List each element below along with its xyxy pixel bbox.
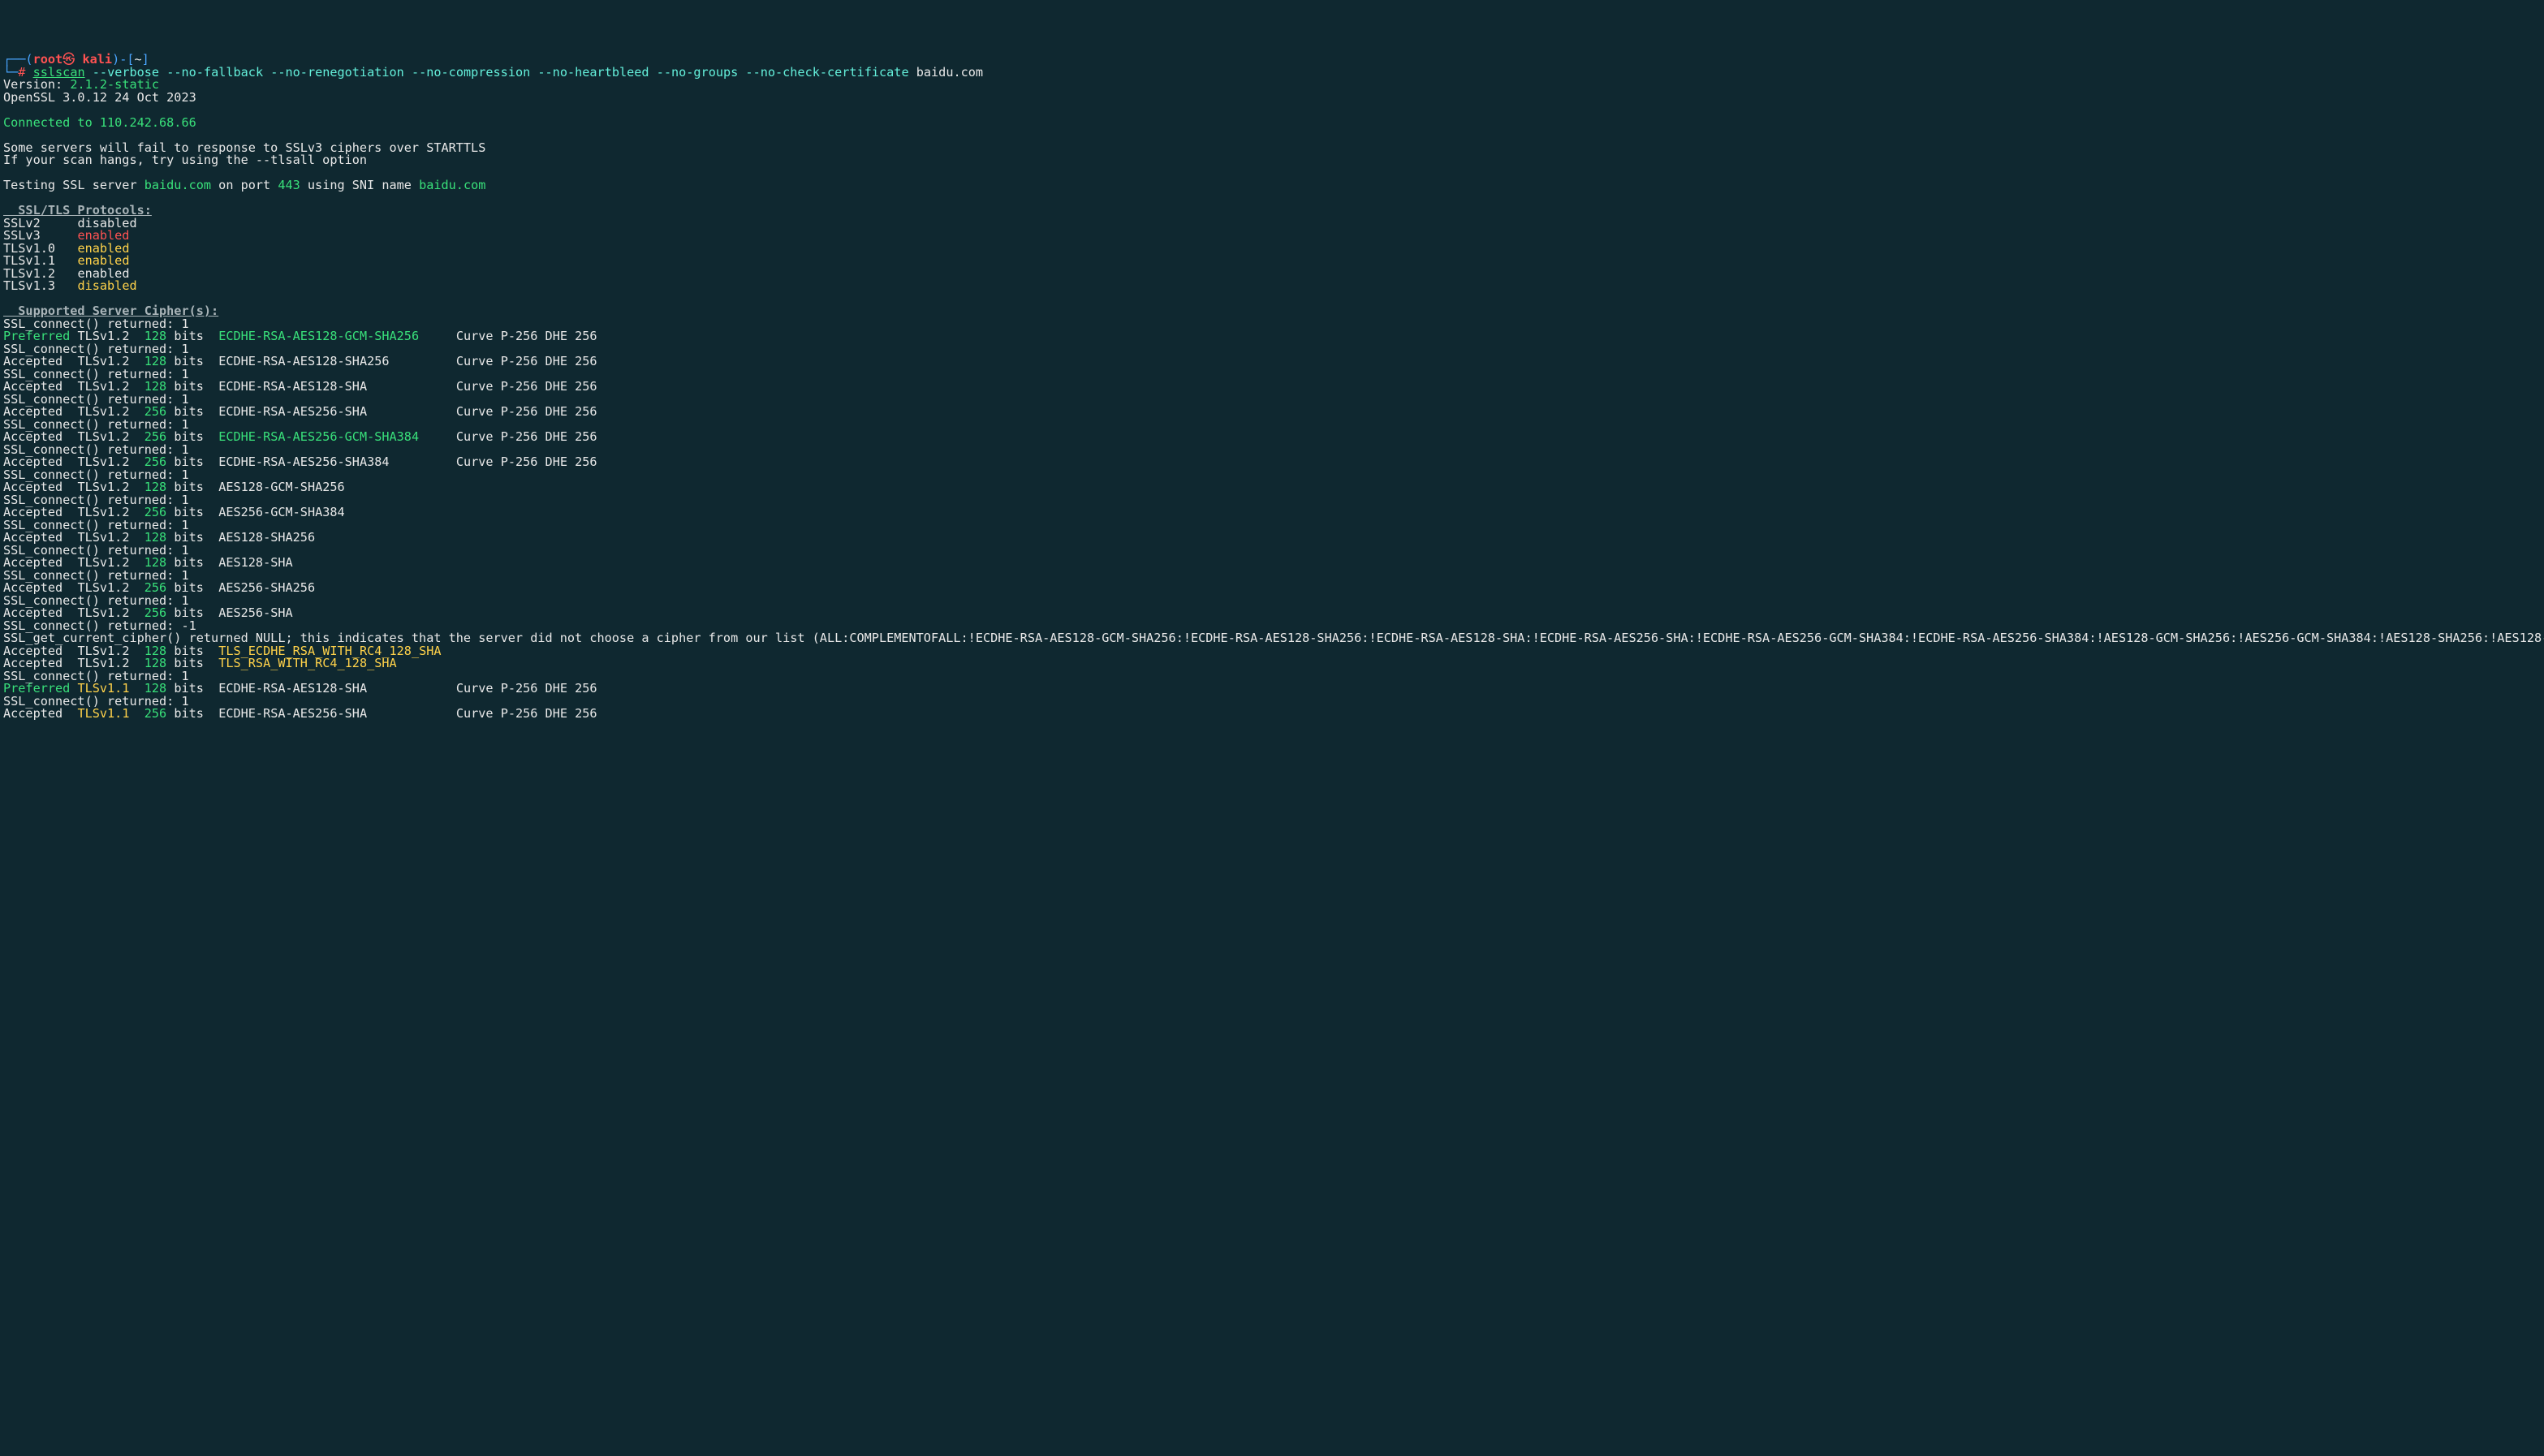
cipher-row: Accepted TLSv1.2 256 bits AES256-SHA256 xyxy=(3,582,2541,595)
command-flags: --verbose --no-fallback --no-renegotiati… xyxy=(93,65,909,80)
note-starttls: Some servers will fail to response to SS… xyxy=(3,142,2541,155)
cipher-row: Accepted TLSv1.2 256 bits ECDHE-RSA-AES2… xyxy=(3,456,2541,469)
protocol-row: TLSv1.3 disabled xyxy=(3,280,2541,293)
protocol-row: SSLv3 enabled xyxy=(3,230,2541,243)
cipher-row: Accepted TLSv1.2 128 bits ECDHE-RSA-AES1… xyxy=(3,355,2541,368)
command-target: baidu.com xyxy=(916,65,983,80)
blank xyxy=(3,293,2541,306)
protocol-row: TLSv1.1 enabled xyxy=(3,255,2541,268)
blank xyxy=(3,104,2541,117)
ciphers-title: Supported Server Cipher(s): xyxy=(3,305,2541,318)
cipher-row: Accepted TLSv1.2 128 bits ECDHE-RSA-AES1… xyxy=(3,381,2541,394)
cipher-row: Accepted TLSv1.2 256 bits AES256-SHA xyxy=(3,607,2541,620)
protocol-row: TLSv1.0 enabled xyxy=(3,243,2541,256)
cipher-row: Accepted TLSv1.2 128 bits TLS_RSA_WITH_R… xyxy=(3,657,2541,670)
cipher-row: Preferred TLSv1.2 128 bits ECDHE-RSA-AES… xyxy=(3,330,2541,343)
cipher-row: Accepted TLSv1.2 256 bits ECDHE-RSA-AES2… xyxy=(3,406,2541,419)
note-tlsall: If your scan hangs, try using the --tlsa… xyxy=(3,154,2541,167)
cipher-row: Accepted TLSv1.1 256 bits ECDHE-RSA-AES2… xyxy=(3,708,2541,721)
command-line[interactable]: └─# sslscan --verbose --no-fallback --no… xyxy=(3,67,2541,80)
cipher-row: Accepted TLSv1.2 128 bits AES128-SHA xyxy=(3,557,2541,570)
cipher-row: Preferred TLSv1.1 128 bits ECDHE-RSA-AES… xyxy=(3,683,2541,696)
testing-line: Testing SSL server baidu.com on port 443… xyxy=(3,179,2541,192)
blank xyxy=(3,192,2541,205)
cipher-row: Accepted TLSv1.2 128 bits AES128-GCM-SHA… xyxy=(3,481,2541,494)
terminal-output[interactable]: ┌──(root㉿ kali)-[~] └─# sslscan --verbos… xyxy=(3,54,2541,721)
version-line: Version: 2.1.2-static xyxy=(3,79,2541,92)
protocol-row: SSLv2 disabled xyxy=(3,218,2541,230)
cipher-row: Accepted TLSv1.2 128 bits AES128-SHA256 xyxy=(3,532,2541,545)
openssl-line: OpenSSL 3.0.12 24 Oct 2023 xyxy=(3,92,2541,105)
protocols-title: SSL/TLS Protocols: xyxy=(3,205,2541,218)
connected-line: Connected to 110.242.68.66 xyxy=(3,117,2541,130)
cipher-row: Accepted TLSv1.2 256 bits ECDHE-RSA-AES2… xyxy=(3,431,2541,444)
cipher-row: Accepted TLSv1.2 256 bits AES256-GCM-SHA… xyxy=(3,506,2541,519)
protocol-row: TLSv1.2 enabled xyxy=(3,268,2541,281)
